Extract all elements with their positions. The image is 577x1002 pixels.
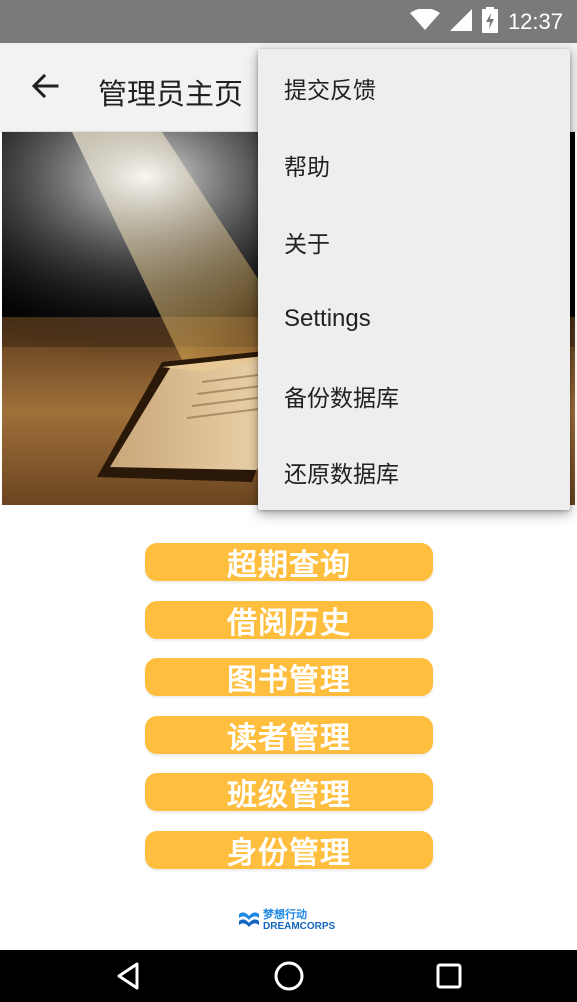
menu-item-feedback[interactable]: 提交反馈 bbox=[258, 49, 570, 126]
overflow-menu: 提交反馈 帮助 关于 Settings 备份数据库 还原数据库 bbox=[258, 49, 570, 510]
recents-square-icon bbox=[435, 962, 463, 994]
status-bar: 12:37 bbox=[0, 0, 577, 43]
menu-item-help[interactable]: 帮助 bbox=[258, 126, 570, 203]
logo-chinese-name: 梦想行动 bbox=[263, 908, 307, 921]
menu-item-about[interactable]: 关于 bbox=[258, 203, 570, 280]
status-icons: 12:37 bbox=[409, 0, 563, 43]
menu-item-backup-database[interactable]: 备份数据库 bbox=[258, 357, 570, 434]
arrow-back-icon bbox=[31, 72, 59, 104]
signal-icon bbox=[449, 8, 472, 35]
menu-item-restore-database[interactable]: 还原数据库 bbox=[258, 433, 570, 510]
borrow-history-button[interactable]: 借阅历史 bbox=[145, 601, 433, 641]
wifi-icon bbox=[409, 7, 440, 35]
system-nav-bar bbox=[0, 950, 577, 1002]
menu-item-settings[interactable]: Settings bbox=[258, 280, 570, 357]
reader-management-button[interactable]: 读者管理 bbox=[145, 716, 433, 756]
logo-book-icon bbox=[238, 908, 260, 934]
book-management-button[interactable]: 图书管理 bbox=[145, 658, 433, 698]
back-triangle-icon bbox=[113, 961, 143, 995]
overdue-query-button[interactable]: 超期查询 bbox=[145, 543, 433, 583]
page-title: 管理员主页 bbox=[98, 77, 244, 111]
nav-recents-button[interactable] bbox=[419, 956, 479, 1000]
home-circle-icon bbox=[273, 960, 305, 996]
battery-charging-icon bbox=[481, 6, 498, 37]
back-button[interactable] bbox=[20, 63, 70, 113]
logo-text: 梦想行动 DREAMCORPS bbox=[263, 909, 335, 933]
class-management-button[interactable]: 班级管理 bbox=[145, 773, 433, 813]
status-time: 12:37 bbox=[507, 8, 563, 34]
identity-management-button[interactable]: 身份管理 bbox=[145, 831, 433, 871]
nav-home-button[interactable] bbox=[259, 956, 319, 1000]
nav-back-button[interactable] bbox=[98, 956, 158, 1000]
logo-english-name: DREAMCORPS bbox=[263, 921, 336, 932]
dreamcorps-logo: 梦想行动 DREAMCORPS bbox=[238, 908, 335, 934]
